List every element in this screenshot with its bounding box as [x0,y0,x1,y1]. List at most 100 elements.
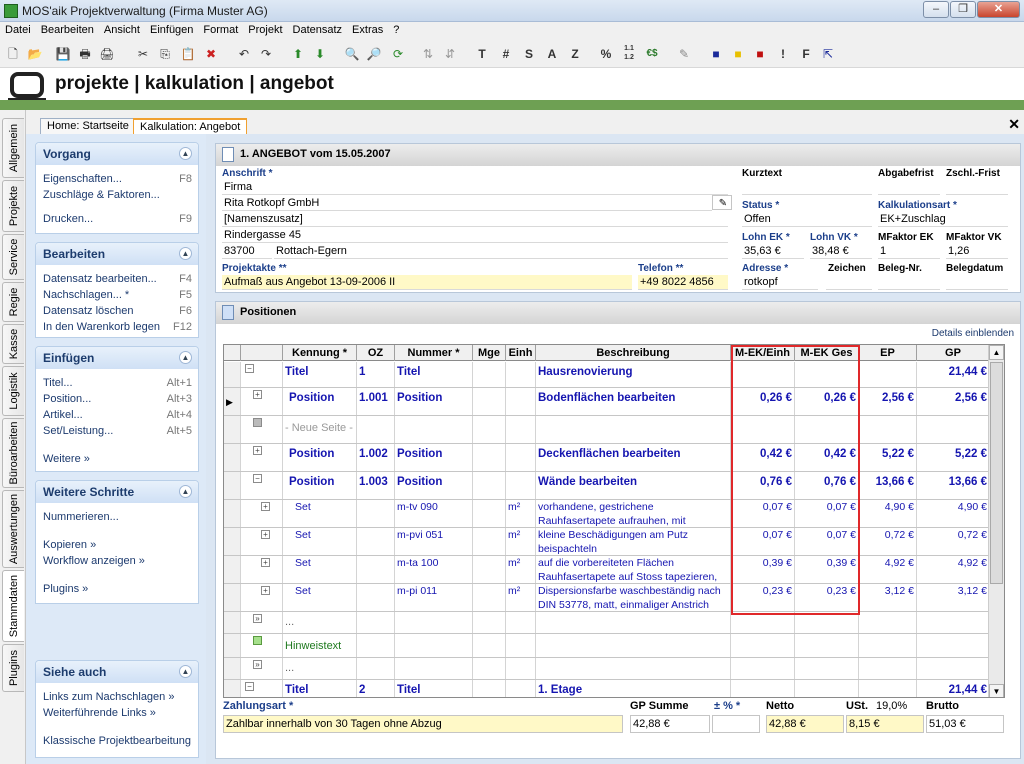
task-warenkorb[interactable]: In den Warenkorb legen F12 [36,319,198,335]
kalkulationsart-field[interactable]: EK+Zuschlag [878,212,1008,227]
task-set-leistung[interactable]: Set/Leistung... Alt+5 [36,423,198,439]
cell-nummer[interactable]: m-ta 100 [395,556,473,583]
row-indicator[interactable] [224,556,241,583]
zschl-field[interactable] [946,180,1008,195]
cell-mge[interactable] [473,472,506,499]
cell-einh[interactable]: m² [506,556,536,583]
row-indicator[interactable] [224,680,241,697]
task-weiterfuehrende-links[interactable]: Weiterführende Links » [36,705,198,721]
scroll-thumb[interactable] [990,362,1003,584]
cell-ep[interactable] [859,634,917,657]
cell-einh[interactable] [506,444,536,471]
collapse-icon[interactable]: ▲ [179,485,192,498]
cell-nummer[interactable] [395,658,473,679]
cell-mge[interactable] [473,444,506,471]
minimize-button[interactable]: – [923,1,949,18]
close-tab-icon[interactable]: ✕ [1008,116,1020,133]
task-kopieren[interactable]: Kopieren » [36,537,198,553]
collapse-icon[interactable]: ▲ [179,247,192,260]
sort-desc-icon[interactable]: ⇵ [440,44,460,64]
cell-gp[interactable]: 4,92 € [917,556,990,583]
row-indicator[interactable] [224,528,241,555]
cell-beschreibung[interactable]: auf die vorbereiteten Flächen Rauhfasert… [536,556,731,583]
cell-oz[interactable] [357,612,395,633]
puzzle-red-icon[interactable]: ■ [750,44,770,64]
header-oz[interactable]: OZ [357,345,395,361]
row-indicator[interactable] [224,444,241,471]
move-up-icon[interactable]: ⬆ [288,44,308,64]
expand-node-icon[interactable]: + [261,558,270,567]
task-nachschlagen[interactable]: Nachschlagen... * F5 [36,287,198,303]
cell-mekeinh[interactable] [731,634,795,657]
cell-gp[interactable]: 21,44 € [917,680,990,697]
cell-beschreibung[interactable] [536,634,731,657]
zuschlag-button[interactable]: Z [565,44,585,64]
cell-gp[interactable]: 0,72 € [917,528,990,555]
cell-mge[interactable] [473,362,506,387]
cell-kennung[interactable]: Hinweistext [283,634,357,657]
scroll-down-icon[interactable]: ▼ [989,684,1004,697]
row-indicator[interactable] [224,500,241,527]
task-zuschlaege[interactable]: Zuschläge & Faktoren... [36,187,198,203]
mfaktorvk-field[interactable]: 1,26 [946,244,1008,259]
cell-gp[interactable]: 4,90 € [917,500,990,527]
currency-button[interactable]: €$ [642,44,662,64]
note-icon[interactable] [253,636,262,645]
export-icon[interactable]: ⇱ [818,44,838,64]
puzzle-yellow-icon[interactable]: ■ [728,44,748,64]
header-kennung[interactable]: Kennung * [283,345,357,361]
status-field[interactable]: Offen [742,212,872,227]
cell-mge[interactable] [473,556,506,583]
header-beschreibung[interactable]: Beschreibung [536,345,731,361]
cell-kennung[interactable]: Set [283,500,357,527]
copy-icon[interactable]: ⎘ [155,44,175,64]
cell-beschreibung[interactable] [536,416,731,443]
row-indicator[interactable] [224,416,241,443]
cell-ep[interactable] [859,362,917,387]
cell-kennung[interactable]: - Neue Seite - [283,416,357,443]
table-row[interactable]: »... [224,612,990,634]
cell-ep[interactable]: 4,90 € [859,500,917,527]
cell-oz[interactable] [357,528,395,555]
expand-node-icon[interactable]: + [253,390,262,399]
zeichen-field[interactable] [826,275,872,290]
group-title[interactable]: Weitere Schritte ▲ [36,481,198,503]
tab-kalkulation[interactable]: Kalkulation: Angebot [133,118,248,134]
cell-einh[interactable] [506,416,536,443]
cell-beschreibung[interactable]: Bodenflächen bearbeiten [536,388,731,415]
cell-beschreibung[interactable]: 1. Etage [536,680,731,697]
cell-kennung[interactable]: Set [283,556,357,583]
cell-oz[interactable] [357,500,395,527]
page-break-icon[interactable] [253,418,262,427]
row-indicator[interactable] [224,362,241,387]
cell-einh[interactable] [506,680,536,697]
vtab-service[interactable]: Service [2,234,24,280]
cell-einh[interactable] [506,658,536,679]
vtab-projekte[interactable]: Projekte [2,180,24,232]
menu-help[interactable]: ? [388,22,404,38]
menu-datensatz[interactable]: Datensatz [288,22,348,38]
vtab-regie[interactable]: Regie [2,282,24,322]
cell-mge[interactable] [473,584,506,611]
task-plugins[interactable]: Plugins » [36,581,198,597]
collapse-node-icon[interactable]: − [245,364,254,373]
header-gp[interactable]: GP [917,345,990,361]
cell-gp[interactable]: 13,66 € [917,472,990,499]
set-button[interactable]: S [519,44,539,64]
cell-einh[interactable] [506,472,536,499]
percent-button[interactable]: % [596,44,616,64]
cell-ep[interactable]: 3,12 € [859,584,917,611]
task-drucken[interactable]: Drucken... F9 [36,211,198,227]
task-titel[interactable]: Titel... Alt+1 [36,375,198,391]
cell-oz[interactable] [357,416,395,443]
vtab-allgemein[interactable]: Allgemein [2,118,24,178]
cell-oz[interactable] [357,634,395,657]
cell-mekeinh[interactable] [731,612,795,633]
cell-mge[interactable] [473,680,506,697]
cell-ep[interactable] [859,680,917,697]
collapse-icon[interactable]: ▲ [179,147,192,160]
address-line-2[interactable]: Rita Rotkopf GmbH [222,196,712,211]
more-icon[interactable]: » [253,660,262,669]
cell-mekeinh[interactable] [731,680,795,697]
print-icon[interactable]: 🖨 [97,44,117,64]
